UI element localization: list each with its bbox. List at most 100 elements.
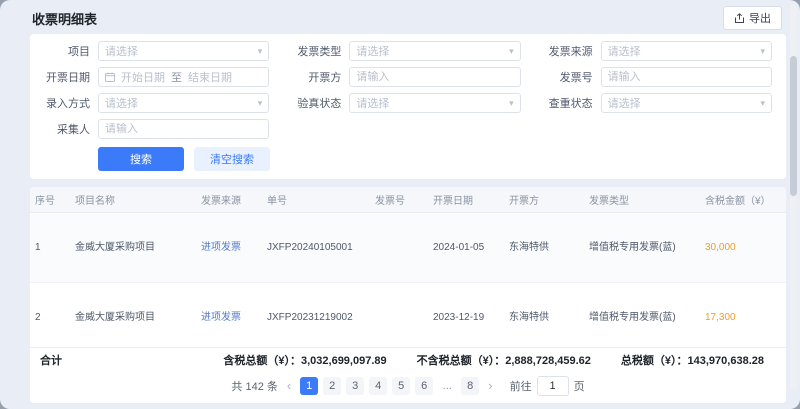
invoice-no-input[interactable] [608, 71, 765, 83]
next-page-button[interactable]: › [485, 377, 495, 395]
page-unit-label: 页 [574, 378, 585, 394]
page-header: 收票明细表 导出 [0, 0, 800, 34]
filter-field-project: 项目 请选择 ▾ [38, 41, 269, 61]
column-header: 开票方 [504, 187, 584, 213]
invoice-type-label: 发票类型 [289, 43, 341, 59]
date-separator: 至 [171, 69, 182, 85]
pagination: 共 142 条 ‹ 123456... 8 › 前往 页 [30, 372, 786, 403]
issuer-input[interactable] [356, 71, 513, 83]
filter-panel: 项目 请选择 ▾ 发票类型 请选择 ▾ 发票来源 请选择 ▾ [30, 34, 786, 179]
table-cell [370, 283, 428, 348]
summary-item: 不含税总额（¥）：2,888,728,459.62 [417, 352, 591, 368]
column-header: 含税金额（¥） [700, 187, 786, 213]
filter-field-entry-method: 录入方式 请选择 ▾ [38, 93, 269, 113]
table-cell: 东海特供 [504, 283, 584, 348]
invoice-date-range[interactable]: 开始日期 至 结束日期 [98, 67, 269, 87]
summary-items: 含税总额（¥）：3,032,699,097.89 不含税总额（¥）：2,888,7… [223, 352, 764, 368]
page-button[interactable]: 1 [300, 377, 318, 395]
page-button[interactable]: 6 [415, 377, 433, 395]
invoice-type-select[interactable]: 请选择 ▾ [349, 41, 520, 61]
chevron-down-icon: ▾ [258, 47, 263, 56]
page-button[interactable]: 2 [323, 377, 341, 395]
invoice-source-select[interactable]: 请选择 ▾ [601, 41, 772, 61]
entry-method-placeholder: 请选择 [105, 95, 138, 111]
page-button[interactable]: 3 [346, 377, 364, 395]
search-button[interactable]: 搜索 [98, 147, 184, 171]
filter-grid: 项目 请选择 ▾ 发票类型 请选择 ▾ 发票来源 请选择 ▾ [38, 41, 772, 139]
summary-item: 总税额（¥）：143,970,638.28 [621, 352, 764, 368]
dup-status-select[interactable]: 请选择 ▾ [601, 93, 772, 113]
project-placeholder: 请选择 [105, 43, 138, 59]
table-cell: 金威大厦采购项目 [70, 213, 196, 283]
invoice-table: 序号项目名称发票来源单号发票号开票日期开票方发票类型含税金额（¥）税额（¥）不含… [30, 187, 786, 347]
page-ellipsis: ... [438, 377, 456, 395]
table-cell [370, 213, 428, 283]
filter-field-dup-status: 查重状态 请选择 ▾ [541, 93, 772, 113]
invoice-date-label: 开票日期 [38, 69, 90, 85]
table-cell: 1 [30, 213, 70, 283]
chevron-down-icon: ▾ [258, 99, 263, 108]
goto-page-input[interactable] [537, 376, 569, 396]
chevron-down-icon: ▾ [760, 47, 765, 56]
table-scroll-area[interactable]: 序号项目名称发票来源单号发票号开票日期开票方发票类型含税金额（¥）税额（¥）不含… [30, 187, 786, 347]
column-header: 发票来源 [196, 187, 262, 213]
verify-status-placeholder: 请选择 [356, 95, 389, 111]
collector-input[interactable] [105, 123, 262, 135]
table-cell: 增值税专用发票(蓝) [584, 213, 700, 283]
table-cell: 2023-12-19 [428, 283, 504, 348]
dup-status-label: 查重状态 [541, 95, 593, 111]
entry-method-select[interactable]: 请选择 ▾ [98, 93, 269, 113]
invoice-source-placeholder: 请选择 [608, 43, 641, 59]
column-header: 开票日期 [428, 187, 504, 213]
prev-page-button[interactable]: ‹ [284, 377, 294, 395]
collector-label: 采集人 [38, 121, 90, 137]
export-button-label: 导出 [749, 10, 771, 26]
table-row[interactable]: 2金威大厦采购项目进项发票JXFP202312190022023-12-19东海… [30, 283, 786, 348]
table-cell: 进项发票 [196, 283, 262, 348]
vertical-scrollbar[interactable] [790, 4, 797, 389]
page-button[interactable]: 5 [392, 377, 410, 395]
page-buttons: 123456... 8 [300, 377, 479, 395]
scrollbar-thumb[interactable] [790, 56, 797, 196]
chevron-down-icon: ▾ [509, 47, 514, 56]
invoice-type-placeholder: 请选择 [356, 43, 389, 59]
column-header: 单号 [262, 187, 370, 213]
invoice-no-input-wrap [601, 67, 772, 87]
filter-field-invoice-source: 发票来源 请选择 ▾ [541, 41, 772, 61]
invoice-source-label: 发票来源 [541, 43, 593, 59]
table-header-row: 序号项目名称发票来源单号发票号开票日期开票方发票类型含税金额（¥）税额（¥）不含… [30, 187, 786, 213]
page-button[interactable]: 8 [461, 377, 479, 395]
start-date-placeholder: 开始日期 [121, 69, 165, 85]
goto-label: 前往 [510, 378, 532, 394]
export-icon [734, 13, 745, 24]
goto-page: 前往 页 [510, 376, 585, 396]
filter-field-collector: 采集人 [38, 119, 269, 139]
filter-field-invoice-no: 发票号 [541, 67, 772, 87]
column-header: 项目名称 [70, 187, 196, 213]
pagination-total: 共 142 条 [231, 378, 277, 394]
project-select[interactable]: 请选择 ▾ [98, 41, 269, 61]
page-button[interactable]: 4 [369, 377, 387, 395]
export-button[interactable]: 导出 [723, 6, 782, 30]
summary-item: 含税总额（¥）：3,032,699,097.89 [223, 352, 386, 368]
table-cell: 东海特供 [504, 213, 584, 283]
verify-status-select[interactable]: 请选择 ▾ [349, 93, 520, 113]
project-label: 项目 [38, 43, 90, 59]
table-cell: JXFP20240105001 [262, 213, 370, 283]
column-header: 序号 [30, 187, 70, 213]
table-cell: 2024-01-05 [428, 213, 504, 283]
table-cell: 金威大厦采购项目 [70, 283, 196, 348]
table-cell: 进项发票 [196, 213, 262, 283]
issuer-input-wrap [349, 67, 520, 87]
column-header: 发票类型 [584, 187, 700, 213]
collector-input-wrap [98, 119, 269, 139]
table-cell: 增值税专用发票(蓝) [584, 283, 700, 348]
clear-search-button[interactable]: 清空搜索 [194, 147, 270, 171]
table-row[interactable]: 1金威大厦采购项目进项发票JXFP20240105001 2024-01-05东海… [30, 213, 786, 283]
verify-status-label: 验真状态 [289, 95, 341, 111]
table-body: 1金威大厦采购项目进项发票JXFP20240105001 2024-01-05东海… [30, 213, 786, 348]
calendar-icon [105, 72, 115, 82]
dup-status-placeholder: 请选择 [608, 95, 641, 111]
filter-buttons: 搜索 清空搜索 [98, 147, 772, 171]
filter-field-verify-status: 验真状态 请选择 ▾ [289, 93, 520, 113]
